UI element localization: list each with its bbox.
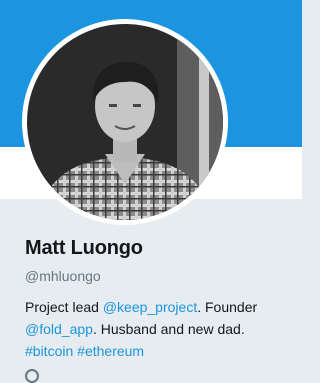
bio-line-1: Project lead @keep_project. Founder — [25, 296, 295, 318]
bio-line-3: #bitcoin #ethereum — [25, 340, 295, 362]
screen-name[interactable]: @mhluongo — [25, 268, 101, 284]
mention-link[interactable]: @fold_app — [25, 321, 93, 337]
location-icon — [25, 369, 39, 383]
hashtag-link[interactable]: #ethereum — [77, 343, 144, 359]
avatar-photo — [27, 24, 223, 220]
avatar[interactable] — [22, 19, 228, 225]
bio-line-2: @fold_app. Husband and new dad. — [25, 318, 295, 340]
profile-bio: Project lead @keep_project. Founder @fol… — [25, 296, 295, 362]
hashtag-link[interactable]: #bitcoin — [25, 343, 73, 359]
profile-name[interactable]: Matt Luongo — [25, 237, 143, 260]
bio-text: . Husband and new dad. — [92, 321, 245, 337]
bio-text: Project lead — [25, 299, 103, 315]
bio-text: . Founder — [197, 299, 258, 315]
mention-link[interactable]: @keep_project — [103, 299, 197, 315]
